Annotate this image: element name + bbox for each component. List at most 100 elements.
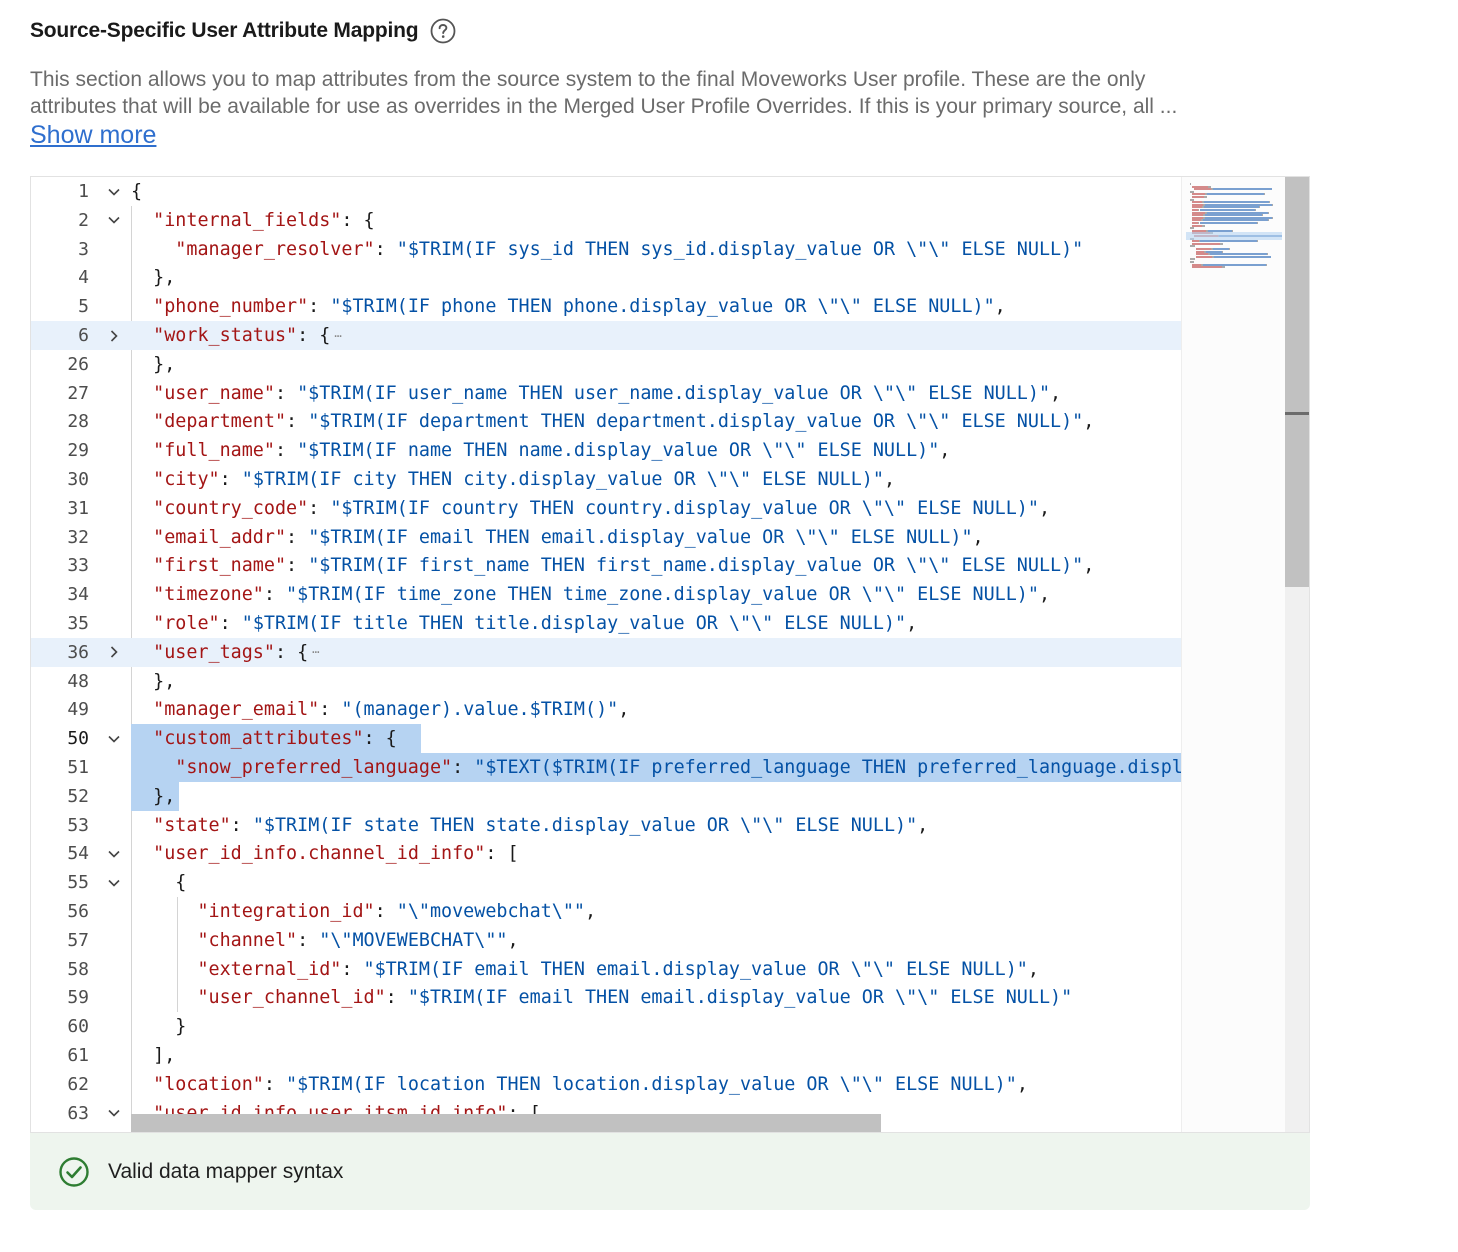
- line-number: 50: [67, 728, 89, 750]
- folded-ellipsis-icon[interactable]: ⋯: [334, 322, 341, 351]
- chevron-down-icon[interactable]: [104, 839, 124, 868]
- code-text: "user_id_info.channel_id_info": [: [153, 843, 519, 865]
- code-line[interactable]: 3 "manager_resolver": "$TRIM(IF sys_id T…: [31, 235, 1181, 264]
- code-editor[interactable]: 1{2 "internal_fields": {3 "manager_resol…: [30, 176, 1310, 1133]
- line-number: 33: [67, 555, 89, 577]
- vertical-scrollbar[interactable]: [1285, 177, 1309, 1132]
- vertical-scrollbar-thumb[interactable]: [1285, 177, 1309, 587]
- minimap-line: [1191, 242, 1221, 245]
- code-line[interactable]: 1{: [31, 177, 1181, 206]
- minimap-line: [1264, 193, 1266, 196]
- code-line[interactable]: 48 },: [31, 667, 1181, 696]
- code-line[interactable]: 61 ],: [31, 1041, 1181, 1070]
- code-text: },: [131, 785, 176, 807]
- chevron-right-icon[interactable]: [104, 321, 124, 350]
- line-number: 2: [78, 209, 89, 231]
- code-line[interactable]: 27 "user_name": "$TRIM(IF user_name THEN…: [31, 379, 1181, 408]
- minimap-line: [1202, 224, 1206, 227]
- code-text: "phone_number": "$TRIM(IF phone THEN pho…: [153, 296, 1006, 318]
- code-line[interactable]: 29 "full_name": "$TRIM(IF name THEN name…: [31, 436, 1181, 465]
- line-number: 48: [67, 670, 89, 692]
- code-line[interactable]: 31 "country_code": "$TRIM(IF country THE…: [31, 494, 1181, 523]
- line-number: 26: [67, 353, 89, 375]
- line-number: 4: [78, 267, 89, 289]
- chevron-down-icon[interactable]: [104, 724, 124, 753]
- code-line[interactable]: 30 "city": "$TRIM(IF city THEN city.disp…: [31, 465, 1181, 494]
- question-circle-icon[interactable]: [430, 18, 456, 44]
- code-line[interactable]: 6 "work_status": {⋯: [31, 321, 1181, 350]
- code-text: }: [131, 1016, 187, 1038]
- line-number: 31: [67, 497, 89, 519]
- code-text: "role": "$TRIM(IF title THEN title.displ…: [153, 613, 918, 634]
- code-line[interactable]: 26 },: [31, 350, 1181, 379]
- line-number: 5: [78, 296, 89, 318]
- code-line[interactable]: 52 },: [31, 781, 1181, 811]
- code-line[interactable]: 49 "manager_email": "(manager).value.$TR…: [31, 695, 1181, 724]
- code-text: "snow_preferred_language": "$TEXT($TRIM(…: [175, 757, 1181, 778]
- code-line[interactable]: 62 "location": "$TRIM(IF location THEN l…: [31, 1070, 1181, 1099]
- code-line[interactable]: 54 "user_id_info.channel_id_info": [: [31, 839, 1181, 868]
- minimap-line: [1195, 255, 1212, 258]
- code-text: "user_channel_id": "$TRIM(IF email THEN …: [197, 987, 1073, 1009]
- section-description: This section allows you to map attribute…: [30, 66, 1320, 120]
- line-number: 55: [67, 872, 89, 894]
- minimap-line: [1193, 188, 1211, 191]
- minimap-line: [1222, 266, 1226, 269]
- code-line[interactable]: 4 },: [31, 263, 1181, 292]
- folded-ellipsis-icon[interactable]: ⋯: [312, 638, 319, 667]
- minimap-line: [1190, 245, 1195, 248]
- code-line[interactable]: 53 "state": "$TRIM(IF state THEN state.d…: [31, 811, 1181, 840]
- code-line[interactable]: 36 "user_tags": {⋯: [31, 637, 1181, 667]
- line-number: 34: [67, 584, 89, 606]
- line-number: 3: [78, 238, 89, 260]
- minimap-line: [1271, 203, 1273, 206]
- horizontal-scrollbar-thumb[interactable]: [131, 1114, 881, 1132]
- minimap-line: [1207, 193, 1265, 196]
- code-line[interactable]: 5 "phone_number": "$TRIM(IF phone THEN p…: [31, 292, 1181, 321]
- code-text: "first_name": "$TRIM(IF first_name THEN …: [153, 555, 1095, 577]
- minimap[interactable]: [1181, 177, 1285, 1132]
- code-text: "integration_id": "\"movewebchat\"",: [197, 901, 597, 922]
- code-text: "city": "$TRIM(IF city THEN city.display…: [153, 469, 896, 490]
- code-line[interactable]: 59 "user_channel_id": "$TRIM(IF email TH…: [31, 983, 1181, 1012]
- minimap-line: [1213, 255, 1271, 258]
- show-more-link[interactable]: Show more: [30, 121, 156, 150]
- line-number: 57: [67, 929, 89, 951]
- line-number: 52: [67, 785, 89, 807]
- chevron-down-icon[interactable]: [104, 177, 124, 206]
- line-number: 51: [67, 757, 89, 778]
- code-line[interactable]: 51 "snow_preferred_language": "$TEXT($TR…: [31, 753, 1181, 782]
- line-number: 27: [67, 382, 89, 404]
- code-line[interactable]: 56 "integration_id": "\"movewebchat\"",: [31, 897, 1181, 926]
- minimap-line: [1257, 240, 1259, 243]
- code-area[interactable]: 1{2 "internal_fields": {3 "manager_resol…: [31, 177, 1181, 1132]
- code-line[interactable]: 34 "timezone": "$TRIM(IF time_zone THEN …: [31, 580, 1181, 609]
- code-line[interactable]: 55 {: [31, 868, 1181, 897]
- code-line[interactable]: 32 "email_addr": "$TRIM(IF email THEN em…: [31, 523, 1181, 552]
- minimap-line: [1256, 222, 1258, 224]
- chevron-right-icon[interactable]: [104, 638, 124, 667]
- validation-status: Valid data mapper syntax: [30, 1133, 1310, 1210]
- code-line[interactable]: 58 "external_id": "$TRIM(IF email THEN e…: [31, 955, 1181, 984]
- code-line[interactable]: 60 }: [31, 1012, 1181, 1041]
- minimap-line: [1191, 266, 1223, 269]
- minimap-line: [1271, 216, 1273, 219]
- line-number: 62: [67, 1073, 89, 1095]
- minimap-line: [1212, 188, 1272, 191]
- chevron-down-icon[interactable]: [104, 1099, 124, 1128]
- code-line[interactable]: 2 "internal_fields": {: [31, 206, 1181, 235]
- line-number: 53: [67, 814, 89, 836]
- description-line-1: This section allows you to map attribute…: [30, 68, 1146, 91]
- code-text: "user_tags": {⋯: [131, 638, 319, 667]
- chevron-down-icon[interactable]: [104, 868, 124, 897]
- code-text: "department": "$TRIM(IF department THEN …: [153, 411, 1095, 433]
- minimap-selection: [1186, 232, 1282, 241]
- line-number: 36: [67, 641, 89, 663]
- code-line[interactable]: 50 "custom_attributes": {: [31, 724, 1181, 754]
- code-line[interactable]: 57 "channel": "\"MOVEWEBCHAT\"",: [31, 926, 1181, 955]
- code-line[interactable]: 33 "first_name": "$TRIM(IF first_name TH…: [31, 551, 1181, 580]
- chevron-down-icon[interactable]: [104, 206, 124, 235]
- code-text: },: [131, 353, 176, 375]
- code-line[interactable]: 35 "role": "$TRIM(IF title THEN title.di…: [31, 609, 1181, 638]
- code-line[interactable]: 28 "department": "$TRIM(IF department TH…: [31, 407, 1181, 436]
